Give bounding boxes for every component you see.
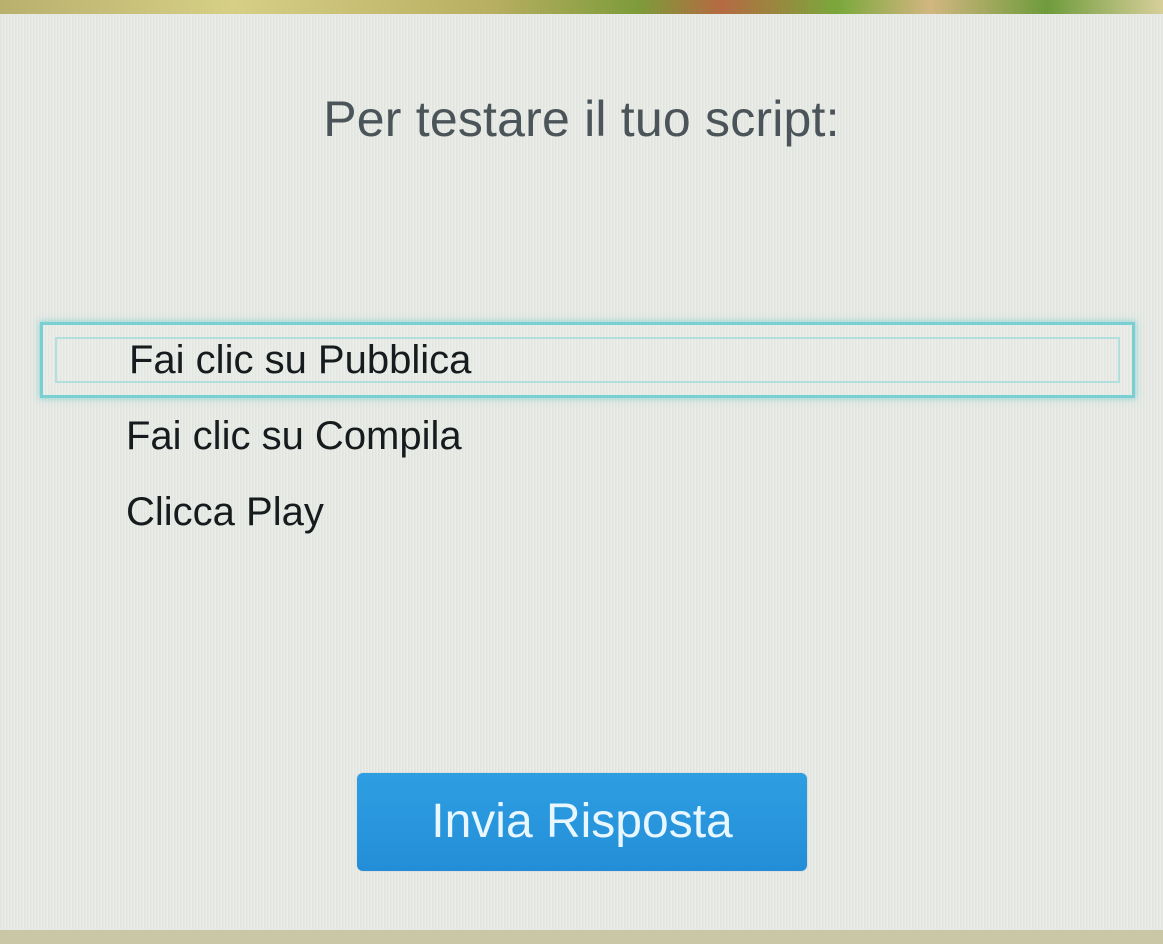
answer-option-label: Clicca Play <box>126 489 324 534</box>
question-title: Per testare il tuo script: <box>323 91 840 147</box>
answer-option-label: Fai clic su Pubblica <box>129 337 472 382</box>
answer-option-label: Fai clic su Compila <box>126 413 462 458</box>
quiz-dialog: Per testare il tuo script: Fai clic su P… <box>0 14 1163 932</box>
answer-options: Fai clic su Pubblica Fai clic su Compila… <box>40 322 1135 550</box>
answer-option-compila[interactable]: Fai clic su Compila <box>40 398 1135 474</box>
answer-option-pubblica[interactable]: Fai clic su Pubblica <box>40 322 1135 398</box>
answer-option-play[interactable]: Clicca Play <box>40 474 1135 550</box>
submit-answer-button[interactable]: Invia Risposta <box>357 773 807 871</box>
background-bottom-strip <box>0 930 1163 944</box>
quiz-screen: Per testare il tuo script: Fai clic su P… <box>0 0 1163 944</box>
